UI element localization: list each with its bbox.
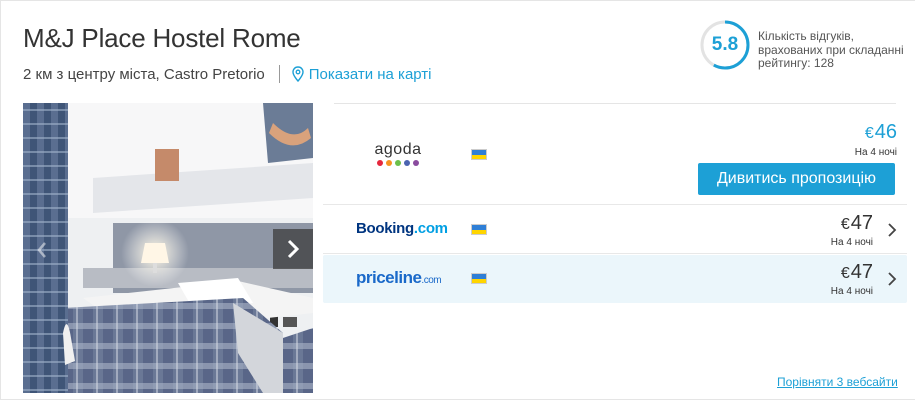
booking-logo: Booking.com: [356, 220, 448, 237]
photo-next-button[interactable]: [273, 229, 313, 269]
chevron-left-icon: [37, 242, 46, 258]
chevron-right-icon: [287, 239, 300, 259]
offer-price: €47: [840, 212, 873, 234]
chevron-right-icon[interactable]: [885, 271, 899, 287]
compare-sites-link[interactable]: Порівняти 3 вебсайти: [777, 375, 898, 389]
offers-divider: [334, 103, 896, 104]
rating-badge[interactable]: 5.8: [699, 19, 751, 71]
ukraine-flag-icon: [471, 224, 487, 235]
hotel-distance: 2 км з центру міста, Castro Pretorio: [23, 65, 265, 83]
chevron-right-icon[interactable]: [885, 222, 899, 238]
offer-row-agoda[interactable]: agoda €46 На 4 ночі Дивитись пропозицію: [323, 111, 907, 205]
hotel-photo[interactable]: [23, 103, 313, 393]
agoda-logo: agoda: [373, 142, 423, 168]
hotel-title[interactable]: M&J Place Hostel Rome: [23, 23, 301, 54]
room-photo-image: [23, 103, 313, 393]
map-pin-icon: [292, 66, 304, 82]
location-row: 2 км з центру міста, Castro Pretorio Пок…: [23, 65, 432, 83]
offer-row-priceline[interactable]: priceline.com €47 На 4 ночі: [323, 255, 907, 303]
agoda-dots: [373, 160, 423, 166]
divider: [278, 65, 280, 83]
priceline-logo: priceline.com: [356, 268, 442, 287]
photo-prev-button[interactable]: [31, 235, 53, 265]
offer-price: €46: [864, 121, 897, 143]
offer-nights: На 4 ночі: [854, 147, 897, 158]
hotel-card: M&J Place Hostel Rome 2 км з центру міст…: [0, 0, 915, 400]
rating-score: 5.8: [711, 34, 739, 55]
offer-row-booking[interactable]: Booking.com €47 На 4 ночі: [323, 206, 907, 254]
show-on-map-link[interactable]: Показати на карті: [292, 66, 432, 83]
rating-description: Кількість відгуків, врахованих при склад…: [758, 29, 904, 70]
view-deal-button[interactable]: Дивитись пропозицію: [698, 163, 895, 195]
offer-price: €47: [840, 261, 873, 283]
offer-nights: На 4 ночі: [830, 237, 873, 248]
ukraine-flag-icon: [471, 273, 487, 284]
ukraine-flag-icon: [471, 149, 487, 160]
offer-nights: На 4 ночі: [830, 286, 873, 297]
show-on-map-label: Показати на карті: [308, 65, 432, 83]
